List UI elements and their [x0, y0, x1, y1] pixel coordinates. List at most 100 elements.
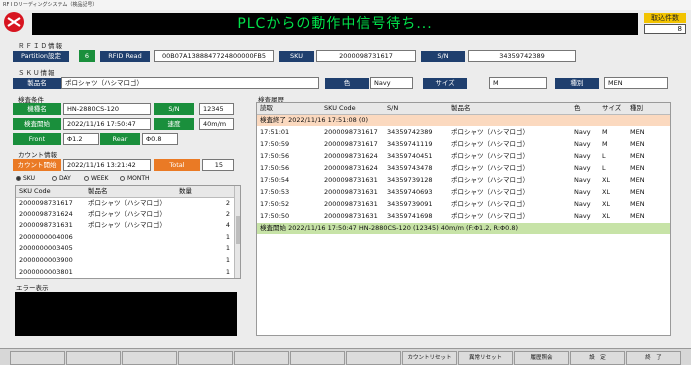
size: L	[602, 152, 606, 160]
history-col-read: 読取	[260, 104, 273, 112]
count-reset-button[interactable]: カウントリセット	[402, 351, 457, 365]
error-reset-button[interactable]: 異常リセット	[458, 351, 513, 365]
history-col-size: サイズ	[602, 104, 622, 112]
settings-button[interactable]: 設 定	[570, 351, 625, 365]
product-name: ポロシャツ（ハシマロゴ）	[451, 140, 529, 148]
table-row[interactable]: 17:50:56 2000098731624 34359743478 ポロシャツ…	[257, 163, 670, 174]
table-row[interactable]: 17:50:50 2000098731631 34359741698 ポロシャツ…	[257, 211, 670, 222]
history-end-row[interactable]: 検査終了 2022/11/16 17:51:08 (0)	[257, 115, 670, 126]
inspection-start-value: 2022/11/16 17:50:47	[63, 118, 151, 130]
table-row[interactable]: 2000000003405 1	[16, 243, 234, 254]
product-name: ポロシャツ（ハシマロゴ）	[451, 176, 529, 184]
type: MEN	[630, 128, 645, 136]
type: MEN	[630, 176, 645, 184]
radio-sku-dot[interactable]	[16, 176, 21, 181]
serial-number: 34359739091	[387, 200, 433, 208]
type: MEN	[630, 188, 645, 196]
serial-number: 34359740451	[387, 152, 433, 160]
function-button-5[interactable]	[234, 351, 289, 365]
type: MEN	[630, 140, 645, 148]
type: MEN	[630, 164, 645, 172]
exit-button[interactable]: 終 了	[626, 351, 681, 365]
speed-value: 40m/m	[199, 118, 234, 130]
table-row[interactable]: 2000098731617 ポロシャツ（ハシマロゴ） 2	[16, 198, 234, 209]
product-name: ポロシャツ（ハシマロゴ）	[451, 200, 529, 208]
table-row[interactable]: 17:51:01 2000098731617 34359742389 ポロシャツ…	[257, 127, 670, 138]
table-row[interactable]: 2000000004006 1	[16, 232, 234, 243]
function-button-7[interactable]	[346, 351, 401, 365]
history-query-button[interactable]: 履歴照会	[514, 351, 569, 365]
machine-value: HN-2880CS-120	[63, 103, 151, 115]
product-name: ポロシャツ（ハシマロゴ）	[88, 221, 166, 229]
sku-section-title: ＳＫＵ情報	[18, 69, 56, 77]
radio-month[interactable]: MONTH	[120, 175, 150, 183]
read-count-value: 8	[644, 24, 686, 34]
sku-code: 2000098731631	[324, 212, 378, 220]
radio-sku[interactable]: SKU	[16, 175, 35, 183]
rfid-section-title: ＲＦＩＤ情報	[18, 42, 63, 50]
machine-sn-value: 12345	[199, 103, 234, 115]
serial-number: 34359743478	[387, 164, 433, 172]
function-button-2[interactable]	[66, 351, 121, 365]
front-value: Φ1.2	[63, 133, 99, 145]
sku-code: 2000098731624	[324, 164, 378, 172]
type-value: MEN	[604, 77, 668, 89]
color: Navy	[574, 188, 591, 196]
function-button-1[interactable]	[10, 351, 65, 365]
read-time: 17:50:54	[260, 176, 290, 184]
count-table-scrollbar[interactable]	[234, 186, 240, 278]
sku-code: 2000098731617	[324, 140, 378, 148]
radio-sku-label: SKU	[23, 175, 35, 182]
color: Navy	[574, 212, 591, 220]
table-row[interactable]: 2000000003801 1	[16, 267, 234, 278]
sku-code: 2000098731617	[324, 128, 378, 136]
function-button-4[interactable]	[178, 351, 233, 365]
table-row[interactable]: 2000098731624 ポロシャツ（ハシマロゴ） 2	[16, 209, 234, 220]
history-col-sn: S/N	[387, 104, 399, 112]
color: Navy	[574, 128, 591, 136]
radio-week-dot[interactable]	[84, 176, 89, 181]
rfid-read-value: 00B07A1388847724800000FB5	[154, 50, 274, 62]
partition-value[interactable]: 6	[79, 50, 95, 62]
color-label: 色	[325, 78, 369, 89]
sku-code: 2000000004006	[19, 233, 73, 241]
history-col-color: 色	[574, 104, 581, 112]
radio-week[interactable]: WEEK	[84, 175, 108, 183]
table-row[interactable]: 2000000003900 1	[16, 255, 234, 266]
table-row[interactable]: 17:50:56 2000098731624 34359740451 ポロシャツ…	[257, 151, 670, 162]
radio-day-dot[interactable]	[52, 176, 57, 181]
quantity: 1	[225, 256, 230, 264]
quantity: 1	[225, 244, 230, 252]
quantity: 2	[225, 210, 230, 218]
count-section-title: カウント情報	[18, 151, 57, 159]
table-row[interactable]: 17:50:52 2000098731631 34359739091 ポロシャツ…	[257, 199, 670, 210]
function-button-3[interactable]	[122, 351, 177, 365]
product-name: ポロシャツ（ハシマロゴ）	[451, 128, 529, 136]
table-row[interactable]: 17:50:53 2000098731631 34359740693 ポロシャツ…	[257, 187, 670, 198]
serial-number: 34359739128	[387, 176, 433, 184]
read-time: 17:50:59	[260, 140, 290, 148]
function-button-bar: カウントリセット 異常リセット 履歴照会 設 定 終 了	[0, 348, 691, 365]
size: XL	[602, 176, 611, 184]
table-row[interactable]: 2000098731631 ポロシャツ（ハシマロゴ） 4	[16, 220, 234, 231]
company-logo	[4, 12, 24, 32]
sku-code: 2000098731631	[19, 221, 73, 229]
size-value: M	[489, 77, 547, 89]
error-display	[15, 292, 237, 336]
count-col-product: 製品名	[88, 187, 108, 195]
count-table: SKU Code 製品名 数量 2000098731617 ポロシャツ（ハシマロ…	[15, 185, 241, 279]
serial-number: 34359742389	[387, 128, 433, 136]
radio-day-label: DAY	[59, 175, 71, 182]
product-name: ポロシャツ（ハシマロゴ）	[451, 212, 529, 220]
history-start-row[interactable]: 検査開始 2022/11/16 17:50:47 HN-2880CS-120 (…	[257, 223, 670, 234]
rfid-sku-label: SKU	[279, 51, 314, 62]
total-label: Total	[154, 159, 200, 171]
type-label: 種別	[555, 78, 599, 89]
scrollbar-thumb[interactable]	[236, 216, 240, 244]
radio-month-dot[interactable]	[120, 176, 125, 181]
function-button-6[interactable]	[290, 351, 345, 365]
table-row[interactable]: 17:50:59 2000098731617 34359741119 ポロシャツ…	[257, 139, 670, 150]
table-row[interactable]: 17:50:54 2000098731631 34359739128 ポロシャツ…	[257, 175, 670, 186]
radio-day[interactable]: DAY	[52, 175, 71, 183]
sku-code: 2000098731631	[324, 188, 378, 196]
